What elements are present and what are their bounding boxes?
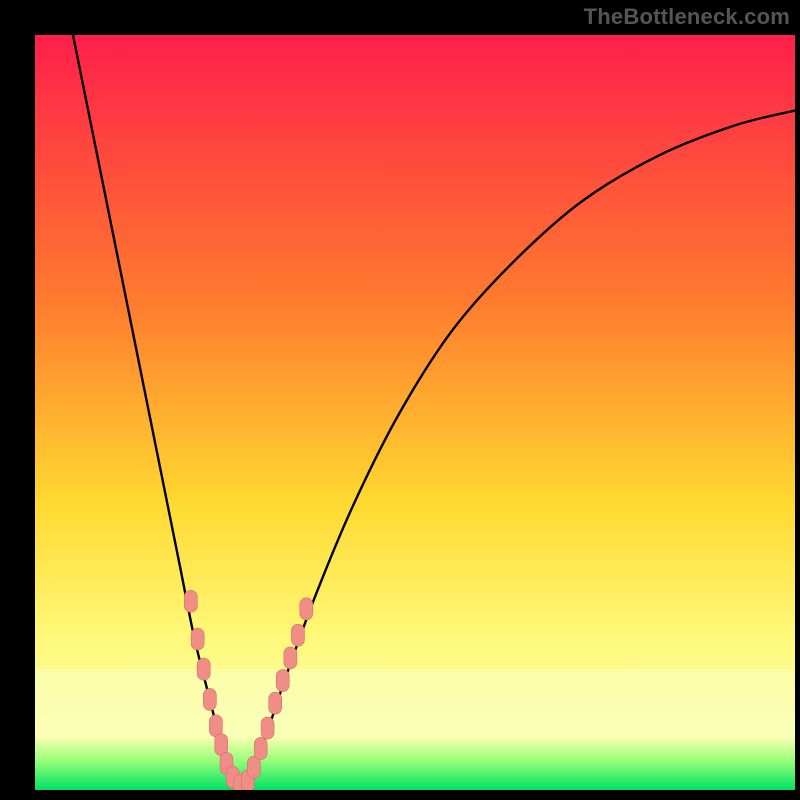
marker-point [197, 658, 210, 680]
chart-frame: TheBottleneck.com [0, 0, 800, 800]
marker-point [184, 590, 197, 612]
marker-point [291, 624, 304, 646]
plot-area [35, 35, 795, 790]
watermark-text: TheBottleneck.com [584, 4, 790, 30]
marker-point [254, 737, 267, 759]
marker-point [203, 688, 216, 710]
marker-point [300, 598, 313, 620]
marker-point [269, 692, 282, 714]
marker-point [284, 647, 297, 669]
marker-point [276, 670, 289, 692]
marker-point [191, 628, 204, 650]
marker-point [261, 717, 274, 739]
chart-svg [35, 35, 795, 790]
pale-highlight-band [35, 669, 795, 737]
marker-point [247, 756, 260, 778]
